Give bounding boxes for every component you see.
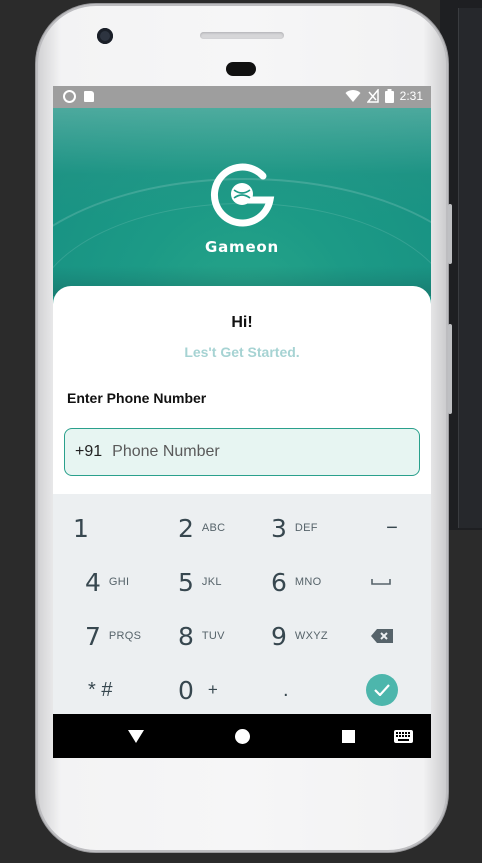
- greeting-subtitle: Les't Get Started.: [184, 344, 300, 360]
- brand-name: Gameon: [204, 238, 280, 256]
- phone-label: Enter Phone Number: [67, 390, 207, 406]
- key-dot[interactable]: .: [283, 664, 295, 716]
- key-0-digit: 0: [178, 675, 194, 705]
- front-camera: [97, 28, 113, 44]
- key-2-digit: 2: [178, 513, 194, 543]
- key-4-digit: 4: [85, 567, 101, 597]
- key-4[interactable]: 4 GHI: [85, 556, 179, 608]
- minus-icon: −: [386, 516, 398, 539]
- sd-card-icon: [84, 91, 94, 102]
- power-button: [448, 324, 452, 414]
- key-6[interactable]: 6 MNO: [271, 556, 365, 608]
- home-icon: [234, 728, 250, 744]
- space-icon: [371, 579, 391, 585]
- key-8-digit: 8: [178, 621, 194, 651]
- proximity-sensor: [226, 62, 256, 76]
- background-panel: [458, 8, 482, 528]
- no-signal-icon: [366, 89, 379, 103]
- key-7-letters: PRQS: [108, 630, 142, 642]
- key-star-hash[interactable]: * #: [88, 664, 182, 716]
- keyboard-icon: [393, 729, 413, 743]
- key-0-plus: +: [207, 680, 219, 699]
- phone-number-input[interactable]: [112, 443, 363, 461]
- key-5-digit: 5: [178, 567, 194, 597]
- key-2[interactable]: 2 ABC: [178, 502, 272, 554]
- key-3-digit: 3: [271, 513, 287, 543]
- key-5-letters: JKL: [201, 576, 222, 588]
- key-5[interactable]: 5 JKL: [178, 556, 272, 608]
- key-9-letters: WXYZ: [294, 630, 328, 642]
- hero-banner: Gameon: [53, 108, 431, 442]
- key-backspace[interactable]: [369, 610, 395, 662]
- key-1-digit: 1: [73, 513, 89, 543]
- gameon-logo-icon: [210, 163, 275, 227]
- key-4-letters: GHI: [108, 576, 130, 588]
- backspace-icon: [371, 629, 393, 643]
- wifi-icon: [345, 90, 361, 102]
- navigation-bar: [53, 714, 431, 758]
- key-2-letters: ABC: [201, 522, 226, 534]
- key-minus[interactable]: −: [372, 502, 412, 554]
- key-6-digit: 6: [271, 567, 287, 597]
- battery-icon: [384, 89, 394, 103]
- nav-home[interactable]: [232, 714, 252, 758]
- numeric-keyboard: 1 2 ABC 3 DEF − 4 GHI 5 JKL 6 MNO 7 PRQS…: [53, 494, 431, 714]
- key-9[interactable]: 9 WXYZ: [271, 610, 365, 662]
- key-8[interactable]: 8 TUV: [178, 610, 272, 662]
- key-1[interactable]: 1: [73, 502, 167, 554]
- nav-recents[interactable]: [338, 714, 358, 758]
- key-0[interactable]: 0 +: [178, 664, 272, 716]
- phone-input-box[interactable]: +91: [64, 428, 420, 476]
- key-space[interactable]: [368, 556, 394, 608]
- login-card: Hi! Les't Get Started. Enter Phone Numbe…: [53, 286, 431, 496]
- key-3-letters: DEF: [294, 522, 318, 534]
- volume-button: [448, 204, 452, 264]
- nav-keyboard[interactable]: [392, 714, 414, 758]
- star-hash-icon: * #: [88, 678, 113, 701]
- key-7[interactable]: 7 PRQS: [85, 610, 179, 662]
- key-7-digit: 7: [85, 621, 101, 651]
- key-6-letters: MNO: [294, 576, 322, 588]
- country-code: +91: [75, 443, 103, 460]
- nav-back[interactable]: [126, 714, 146, 758]
- earpiece-speaker: [200, 32, 284, 39]
- circle-icon: [63, 90, 76, 103]
- key-9-digit: 9: [271, 621, 287, 651]
- recents-icon: [341, 729, 355, 743]
- status-bar: 2:31: [53, 86, 431, 108]
- key-3[interactable]: 3 DEF: [271, 502, 365, 554]
- dot-icon: .: [283, 678, 289, 701]
- key-8-letters: TUV: [201, 630, 225, 642]
- checkmark-icon: [374, 684, 390, 696]
- greeting-title: Hi!: [231, 314, 253, 331]
- back-icon: [128, 729, 144, 743]
- status-time: 2:31: [399, 89, 423, 103]
- app-screen: 2:31 Gameon Hi! Les't Get Started. Enter…: [53, 86, 431, 758]
- done-button[interactable]: [366, 674, 398, 706]
